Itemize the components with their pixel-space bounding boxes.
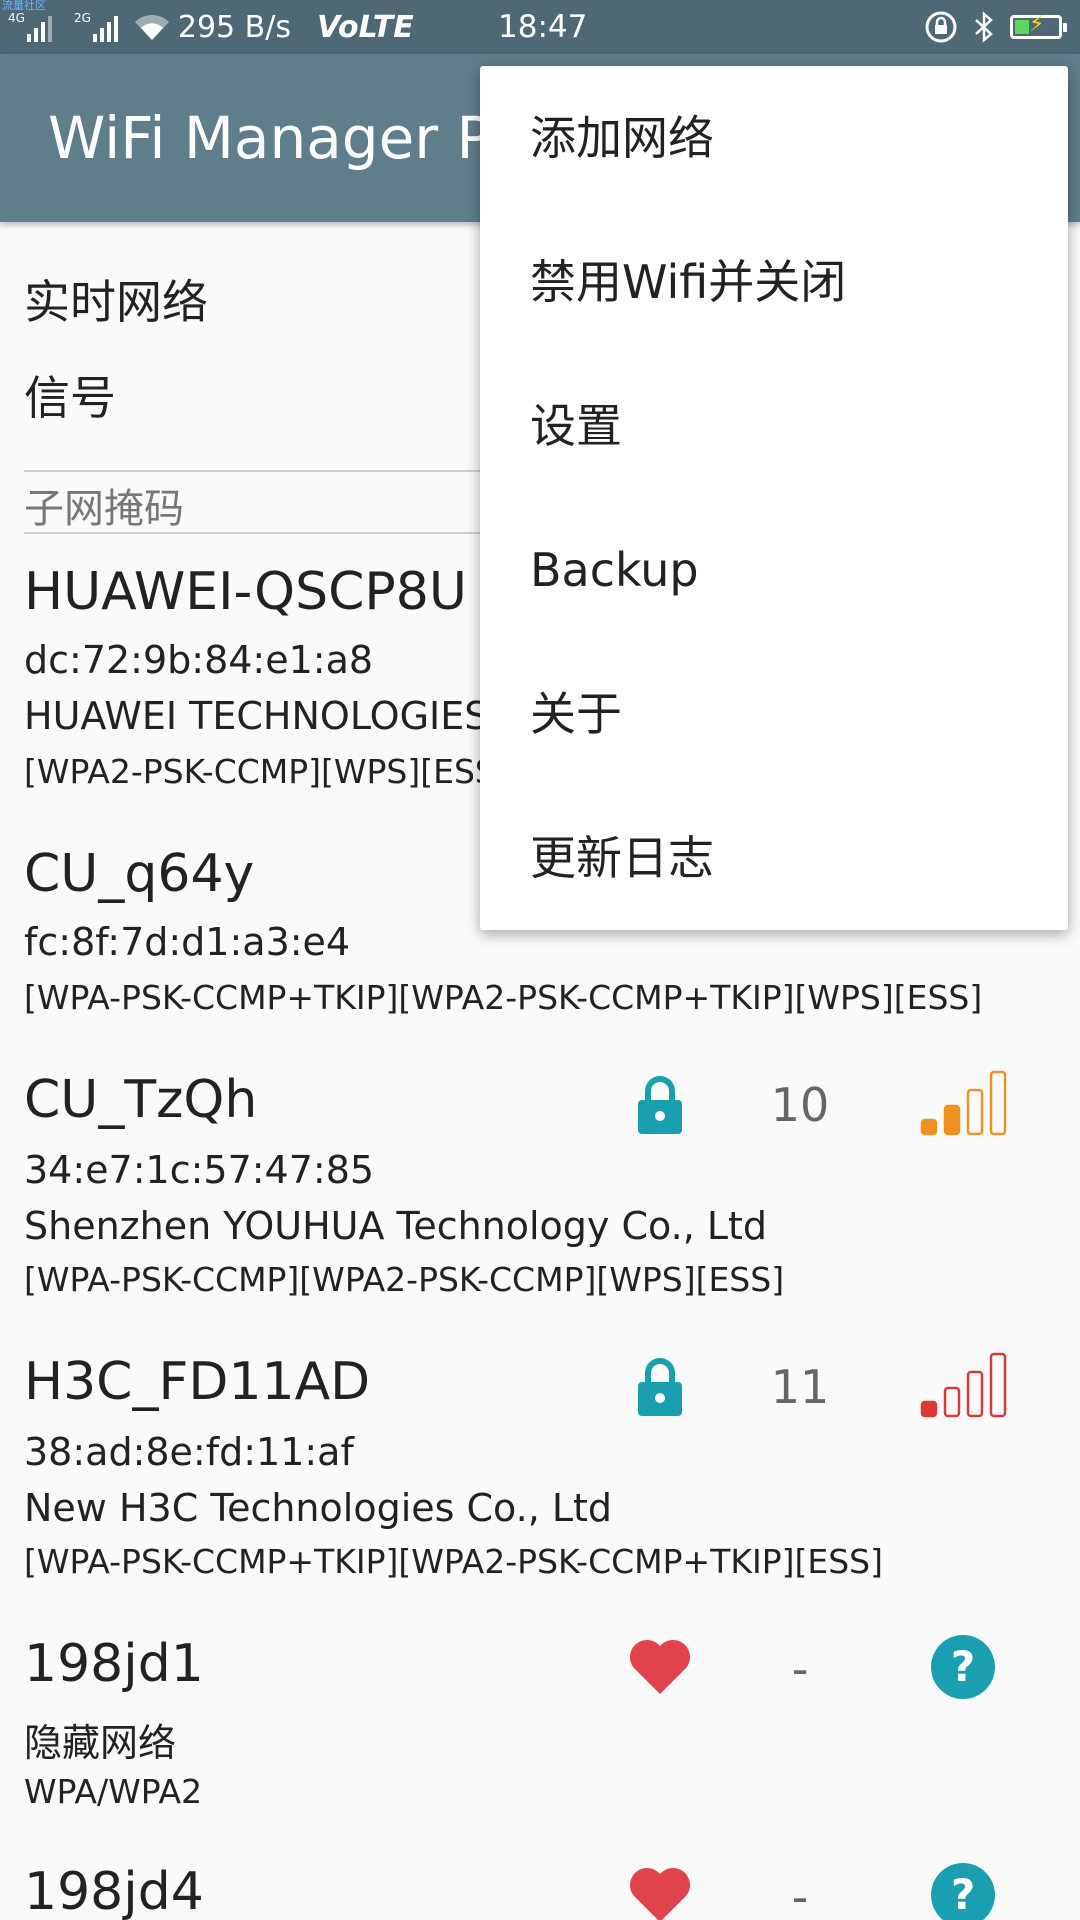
signal-strength-icon — [920, 1352, 1007, 1418]
bluetooth-icon — [975, 11, 993, 43]
hidden-network-label: 隐藏网络 — [24, 1721, 177, 1765]
menu-item-disable-wifi[interactable]: 禁用Wifi并关闭 — [480, 210, 1068, 354]
signal-strength-icon — [920, 1070, 1007, 1136]
signal-bar — [989, 1352, 1007, 1418]
list-item[interactable]: 198jd1 - ? 隐藏网络 WPA/WPA2 — [0, 1634, 1080, 1834]
heart-icon[interactable] — [628, 1638, 692, 1696]
network-mac: 34:e7:1c:57:47:85 — [24, 1148, 375, 1192]
signal-label: 信号 — [24, 371, 116, 425]
network-ssid: CU_q64y — [24, 844, 255, 904]
lock-icon — [638, 1358, 682, 1416]
menu-item-add-network[interactable]: 添加网络 — [480, 66, 1068, 210]
app-title: WiFi Manager Pro — [48, 104, 549, 172]
status-left: 4G 2G 295 B/s VoLTE — [0, 0, 414, 54]
net-type-4g: 4G — [8, 11, 25, 25]
list-item[interactable]: H3C_FD11AD 11 38:ad:8e:fd:11:af New H3C … — [0, 1352, 1080, 1602]
overflow-menu: 添加网络 禁用Wifi并关闭 设置 Backup 关于 更新日志 — [480, 66, 1068, 930]
signal-bar — [920, 1118, 938, 1136]
clock: 18:47 — [498, 9, 588, 45]
network-channel: 10 — [770, 1078, 830, 1132]
network-ssid: 198jd4 — [24, 1862, 204, 1920]
signal-2g: 2G — [74, 12, 132, 42]
network-mac: fc:8f:7d:d1:a3:e4 — [24, 920, 351, 964]
menu-item-settings[interactable]: 设置 — [480, 354, 1068, 498]
network-security: [WPA-PSK-CCMP][WPA2-PSK-CCMP][WPS][ESS] — [24, 1260, 785, 1299]
subnet-mask-label: 子网掩码 — [24, 486, 184, 532]
network-security: [WPA2-PSK-CCMP][WPS][ESS] — [24, 752, 509, 791]
network-mac: dc:72:9b:84:e1:a8 — [24, 638, 374, 682]
list-item[interactable]: 198jd4 - ? — [0, 1862, 1080, 1920]
signal-bars-icon — [92, 14, 118, 42]
signal-bars-icon — [26, 14, 52, 42]
realtime-networks-label: 实时网络 — [24, 275, 208, 329]
list-item[interactable]: CU_TzQh 10 34:e7:1c:57:47:85 Shenzhen YO… — [0, 1070, 1080, 1320]
network-security: [WPA-PSK-CCMP+TKIP][WPA2-PSK-CCMP+TKIP][… — [24, 978, 983, 1017]
network-vendor: Shenzhen YOUHUA Technology Co., Ltd — [24, 1204, 768, 1248]
question-icon: ? — [931, 1863, 995, 1920]
network-security: [WPA-PSK-CCMP+TKIP][WPA2-PSK-CCMP+TKIP][… — [24, 1542, 883, 1581]
signal-bar — [989, 1070, 1007, 1136]
signal-4g: 4G — [8, 12, 66, 42]
status-right: ⚡ — [924, 0, 1067, 54]
network-mac: 38:ad:8e:fd:11:af — [24, 1430, 354, 1474]
network-ssid: HUAWEI-QSCP8U — [24, 562, 467, 622]
signal-bar — [966, 1088, 984, 1136]
network-channel: - — [791, 1870, 809, 1920]
menu-item-about[interactable]: 关于 — [480, 642, 1068, 786]
network-security: WPA/WPA2 — [24, 1772, 203, 1811]
network-ssid: H3C_FD11AD — [24, 1352, 371, 1412]
signal-bar — [943, 1104, 961, 1136]
network-ssid: 198jd1 — [24, 1634, 204, 1694]
menu-item-changelog[interactable]: 更新日志 — [480, 786, 1068, 930]
svg-text:?: ? — [951, 1870, 975, 1919]
rotation-lock-icon — [925, 11, 957, 43]
wifi-icon — [134, 14, 169, 40]
signal-bar — [966, 1370, 984, 1418]
status-bar: 流量社区 4G 2G 295 B/s VoLTE 18:47 ⚡ — [0, 0, 1080, 54]
network-vendor: New H3C Technologies Co., Ltd — [24, 1486, 613, 1530]
network-channel: - — [791, 1642, 809, 1696]
volte-label: VoLTE — [317, 9, 414, 45]
network-speed: 295 B/s — [177, 9, 291, 45]
menu-item-backup[interactable]: Backup — [480, 498, 1068, 642]
signal-bar — [920, 1400, 938, 1418]
signal-bar — [943, 1386, 961, 1418]
net-type-2g: 2G — [73, 11, 91, 25]
svg-text:?: ? — [951, 1642, 975, 1691]
battery-icon: ⚡ — [1010, 14, 1067, 39]
lock-icon — [638, 1076, 682, 1134]
network-ssid: CU_TzQh — [24, 1070, 258, 1130]
heart-icon[interactable] — [628, 1866, 692, 1920]
app-root: 流量社区 4G 2G 295 B/s VoLTE 18:47 ⚡ WiFi Ma… — [0, 0, 1080, 1920]
question-icon: ? — [931, 1635, 995, 1699]
network-channel: 11 — [770, 1360, 830, 1414]
